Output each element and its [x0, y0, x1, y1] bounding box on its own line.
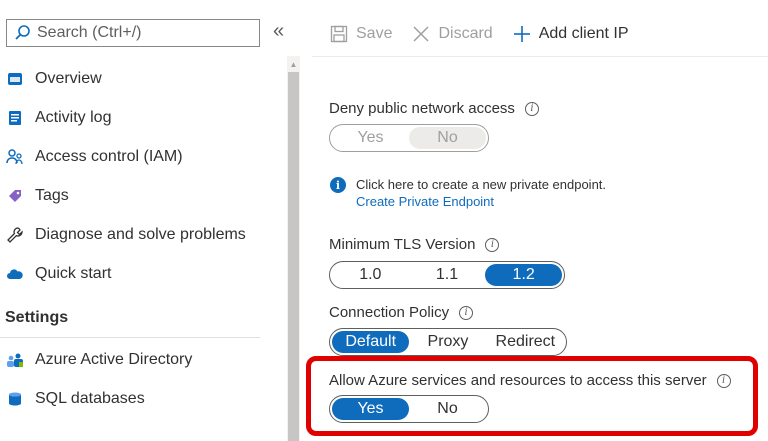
info-circle-icon: i: [330, 177, 346, 193]
close-icon: [412, 25, 430, 43]
scroll-up-arrow-icon[interactable]: ▲: [287, 58, 300, 70]
tls-label-row: Minimum TLS Version i: [329, 236, 500, 253]
allow-azure-label-row: Allow Azure services and resources to ac…: [329, 372, 731, 389]
search-input[interactable]: [37, 24, 247, 42]
toolbar-divider: [312, 56, 768, 57]
activity-log-icon: [5, 108, 25, 128]
info-message: Click here to create a new private endpo…: [356, 177, 607, 192]
sidebar-item-diagnose[interactable]: Diagnose and solve problems: [0, 215, 284, 254]
sidebar-item-label: Overview: [35, 69, 102, 87]
plus-icon: [513, 25, 531, 43]
sidebar-item-label: Tags: [35, 186, 69, 204]
allow-azure-no-option[interactable]: No: [409, 398, 486, 420]
sidebar-item-label: Activity log: [35, 108, 112, 126]
discard-label: Discard: [438, 25, 493, 42]
deny-public-toggle[interactable]: Yes No: [329, 124, 489, 152]
info-icon[interactable]: i: [524, 101, 539, 116]
sidebar-item-label: Quick start: [35, 264, 112, 282]
sidebar-nav: Overview Activity log Access control (IA…: [0, 59, 284, 293]
policy-option-proxy[interactable]: Proxy: [409, 331, 486, 353]
policy-option-redirect[interactable]: Redirect: [487, 331, 564, 353]
sidebar-item-label: SQL databases: [35, 389, 145, 407]
tls-version-toggle[interactable]: 1.0 1.1 1.2: [329, 261, 565, 289]
allow-azure-yes-option[interactable]: Yes: [332, 398, 409, 420]
deny-public-no-option[interactable]: No: [409, 127, 486, 149]
cloud-icon: [5, 264, 25, 284]
tls-option-1-2[interactable]: 1.2: [485, 264, 563, 286]
sidebar-item-sql-databases[interactable]: SQL databases: [0, 379, 284, 418]
section-header-settings: Settings: [5, 309, 69, 326]
sidebar-item-activity-log[interactable]: Activity log: [0, 98, 284, 137]
sidebar-item-label: Diagnose and solve problems: [35, 225, 246, 243]
connection-policy-label-row: Connection Policy i: [329, 304, 474, 321]
tag-icon: [5, 186, 25, 206]
sidebar-item-access-control[interactable]: Access control (IAM): [0, 137, 284, 176]
command-bar: Save Discard Add client IP: [330, 18, 649, 50]
save-icon: [330, 25, 348, 43]
sql-database-icon: [5, 69, 25, 89]
resource-menu: « Overview Activity log Access control (…: [0, 0, 284, 441]
tls-label: Minimum TLS Version: [329, 236, 476, 253]
users-icon: [5, 350, 25, 370]
deny-public-label-row: Deny public network access i: [329, 100, 539, 117]
settings-nav: Azure Active Directory SQL databases: [0, 340, 284, 418]
policy-option-default[interactable]: Default: [332, 331, 410, 353]
sidebar-item-overview[interactable]: Overview: [0, 59, 284, 98]
deny-public-yes-option[interactable]: Yes: [332, 127, 409, 149]
sidebar-item-label: Access control (IAM): [35, 147, 183, 165]
collapse-menu-icon[interactable]: «: [273, 20, 284, 43]
sidebar-item-azure-ad[interactable]: Azure Active Directory: [0, 340, 284, 379]
allow-azure-label: Allow Azure services and resources to ac…: [329, 372, 707, 389]
allow-azure-toggle[interactable]: Yes No: [329, 395, 489, 423]
section-divider: [0, 337, 260, 338]
tls-option-1-1[interactable]: 1.1: [409, 264, 486, 286]
sql-database-icon: [5, 389, 25, 409]
info-icon[interactable]: i: [485, 237, 500, 252]
search-box[interactable]: [6, 19, 260, 47]
add-client-ip-label: Add client IP: [538, 25, 629, 42]
save-button[interactable]: Save: [330, 25, 392, 43]
save-label: Save: [356, 25, 393, 42]
add-client-ip-button[interactable]: Add client IP: [513, 25, 629, 43]
sidebar-item-tags[interactable]: Tags: [0, 176, 284, 215]
sidebar-item-quick-start[interactable]: Quick start: [0, 254, 284, 293]
connection-policy-toggle[interactable]: Default Proxy Redirect: [329, 328, 567, 356]
deny-public-label: Deny public network access: [329, 100, 515, 117]
wrench-icon: [5, 225, 25, 245]
info-icon[interactable]: i: [459, 305, 474, 320]
scroll-thumb[interactable]: [288, 72, 299, 441]
iam-people-icon: [5, 147, 25, 167]
search-icon: [13, 23, 33, 43]
connection-policy-label: Connection Policy: [329, 304, 450, 321]
info-icon[interactable]: i: [716, 373, 731, 388]
sidebar-scrollbar[interactable]: ▲: [287, 56, 300, 441]
create-private-endpoint-link[interactable]: Create Private Endpoint: [356, 193, 606, 210]
tls-option-1-0[interactable]: 1.0: [332, 264, 409, 286]
discard-button[interactable]: Discard: [412, 25, 493, 43]
sidebar-item-label: Azure Active Directory: [35, 350, 193, 368]
private-endpoint-info: i Click here to create a new private end…: [330, 176, 606, 210]
